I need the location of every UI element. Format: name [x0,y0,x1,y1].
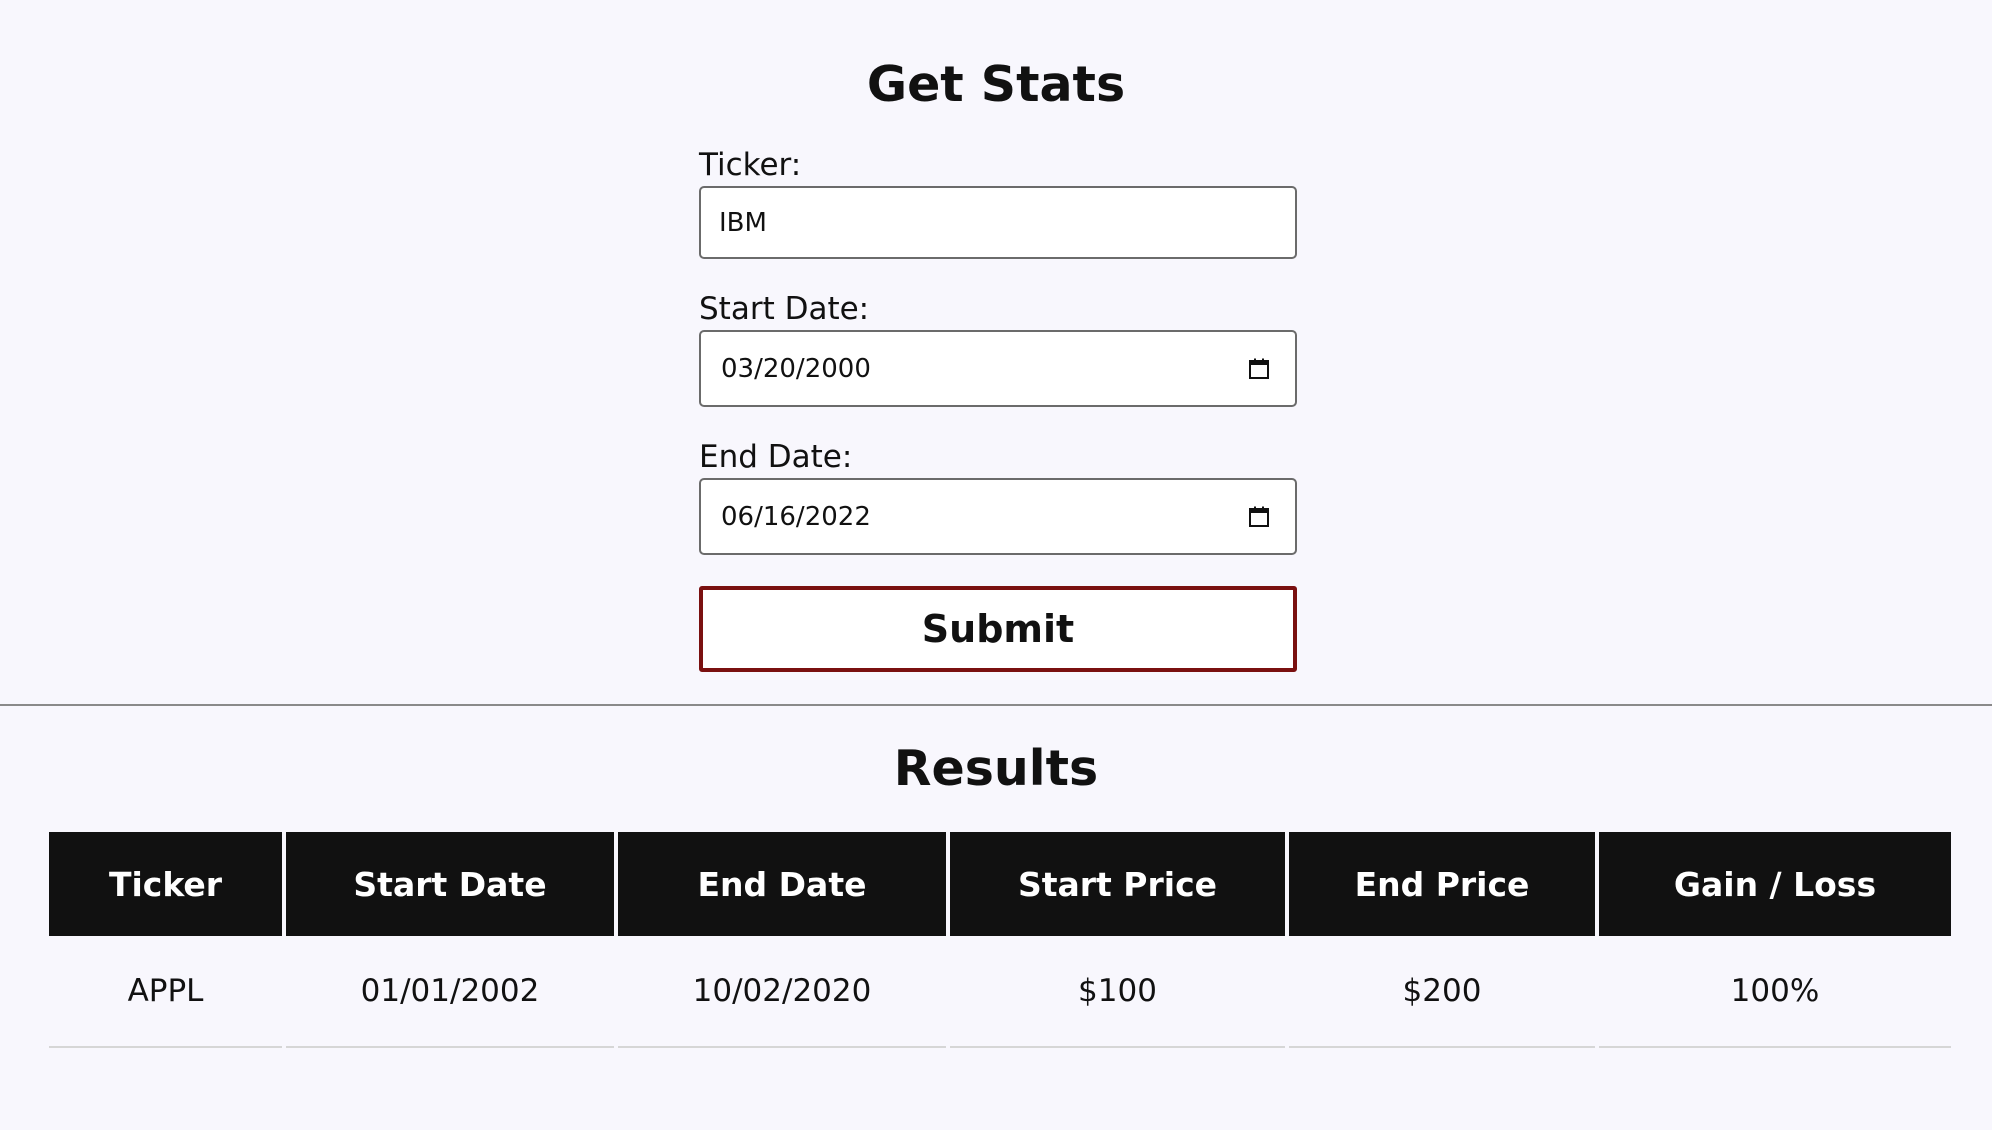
get-stats-form: Get Stats Ticker: IBM Start Date: 03/20/… [0,0,1992,705]
cell-gain-loss: 100% [1599,936,1951,1048]
results-title: Results [893,740,1099,797]
ticker-input-value: IBM [719,207,767,238]
end-date-value: 06/16/2022 [721,501,871,532]
cell-start-date: 01/01/2002 [286,936,614,1048]
submit-button[interactable]: Submit [699,586,1297,672]
column-header-ticker: Ticker [49,832,282,936]
cell-end-price: $200 [1289,936,1595,1048]
column-header-start-price: Start Price [950,832,1285,936]
cell-ticker: APPL [49,936,282,1048]
start-date-value: 03/20/2000 [721,353,871,384]
column-header-gain-loss: Gain / Loss [1599,832,1951,936]
start-date-label: Start Date: [699,291,870,327]
cell-start-price: $100 [950,936,1285,1048]
cell-end-date: 10/02/2020 [618,936,946,1048]
section-divider [0,704,1992,706]
get-stats-title: Get Stats [866,56,1126,113]
table-header-row: Ticker Start Date End Date Start Price E… [49,832,1951,936]
ticker-label: Ticker: [699,147,802,183]
calendar-icon[interactable] [1247,357,1271,381]
results-table: Ticker Start Date End Date Start Price E… [45,832,1955,1048]
column-header-start-date: Start Date [286,832,614,936]
ticker-input[interactable]: IBM [699,186,1297,259]
table-row: APPL 01/01/2002 10/02/2020 $100 $200 100… [49,936,1951,1048]
column-header-end-price: End Price [1289,832,1595,936]
column-header-end-date: End Date [618,832,946,936]
calendar-icon[interactable] [1247,505,1271,529]
start-date-input[interactable]: 03/20/2000 [699,330,1297,407]
end-date-label: End Date: [699,439,853,475]
end-date-input[interactable]: 06/16/2022 [699,478,1297,555]
